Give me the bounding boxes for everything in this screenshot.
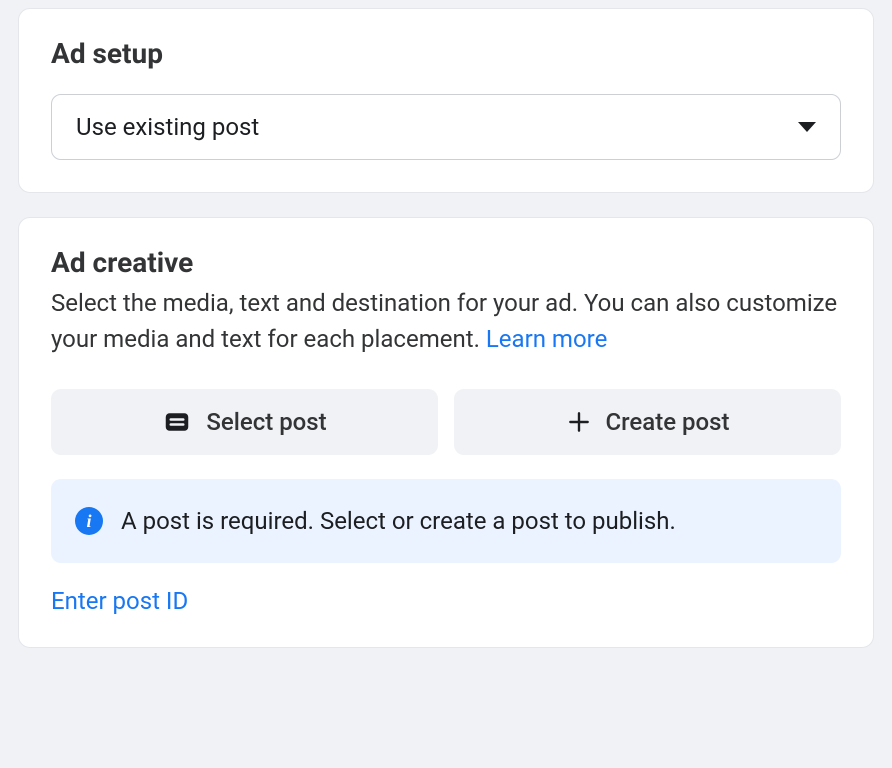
info-banner: i A post is required. Select or create a… [51, 479, 841, 563]
learn-more-link[interactable]: Learn more [486, 325, 607, 353]
ad-setup-title: Ad setup [51, 37, 841, 70]
info-icon: i [75, 507, 103, 535]
select-post-label: Select post [206, 408, 326, 436]
ad-creative-description-text: Select the media, text and destination f… [51, 289, 837, 353]
create-post-label: Create post [606, 408, 730, 436]
ad-setup-card: Ad setup Use existing post [18, 8, 874, 193]
ad-creative-card: Ad creative Select the media, text and d… [18, 217, 874, 648]
ad-creative-description: Select the media, text and destination f… [51, 285, 841, 357]
info-message: A post is required. Select or create a p… [121, 507, 676, 535]
post-buttons-row: Select post Create post [51, 389, 841, 455]
caret-down-icon [798, 122, 816, 132]
select-post-button[interactable]: Select post [51, 389, 438, 455]
plus-icon [566, 409, 592, 435]
ad-creative-title: Ad creative [51, 246, 841, 279]
ad-setup-dropdown-value: Use existing post [76, 113, 259, 141]
enter-post-id-link[interactable]: Enter post ID [51, 587, 188, 615]
ad-setup-dropdown[interactable]: Use existing post [51, 94, 841, 160]
create-post-button[interactable]: Create post [454, 389, 841, 455]
post-card-icon [162, 407, 192, 437]
